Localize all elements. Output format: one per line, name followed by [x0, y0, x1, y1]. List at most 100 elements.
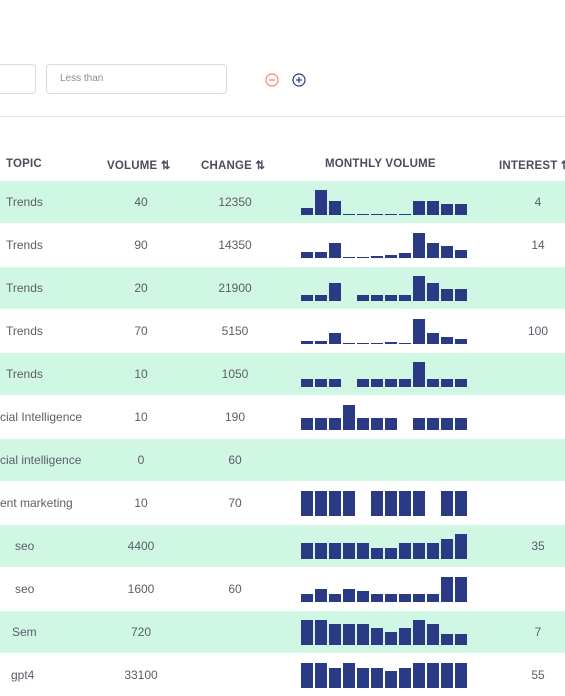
monthly-volume-bar	[385, 671, 397, 688]
interest-cell: 35	[531, 539, 545, 553]
monthly-volume-bar	[357, 378, 369, 387]
volume-cell: 4400	[127, 539, 155, 553]
monthly-volume-bar	[385, 213, 397, 215]
table-row[interactable]: seo 4400 35	[0, 525, 565, 567]
monthly-volume-bar	[385, 631, 397, 645]
monthly-volume-bar	[329, 282, 341, 301]
interest-cell: 4	[534, 195, 542, 209]
monthly-volume-bar	[427, 282, 439, 301]
volume-cell: 10	[134, 367, 148, 381]
monthly-volume-sparkline	[301, 361, 469, 387]
monthly-volume-bar	[413, 663, 425, 688]
add-filter-icon[interactable]	[292, 73, 306, 87]
monthly-volume-bar	[301, 340, 313, 344]
monthly-volume-bar	[427, 201, 439, 215]
volume-cell: 10	[134, 410, 148, 424]
monthly-volume-bar	[301, 295, 313, 301]
monthly-volume-bar	[357, 342, 369, 344]
monthly-volume-bar	[315, 663, 327, 688]
monthly-volume-bar	[357, 257, 369, 258]
monthly-volume-bar	[455, 203, 467, 215]
monthly-volume-bar	[441, 378, 453, 387]
monthly-volume-bar	[385, 378, 397, 387]
monthly-volume-bar	[371, 342, 383, 344]
header-change-sort[interactable]: CHANGE ⇅	[201, 158, 265, 172]
table-row[interactable]: Trends 40 12350 4	[0, 181, 565, 223]
monthly-volume-bar	[399, 628, 411, 645]
topic-cell: gpt4	[11, 668, 35, 682]
monthly-volume-sparkline	[301, 232, 469, 258]
monthly-volume-bar	[441, 538, 453, 559]
filter-min-input[interactable]	[0, 64, 36, 94]
monthly-volume-bar	[385, 295, 397, 301]
topic-cell: ent marketing	[0, 496, 73, 510]
monthly-volume-bar	[371, 417, 383, 430]
monthly-volume-bar	[315, 620, 327, 645]
monthly-volume-bar	[357, 295, 369, 301]
monthly-volume-bar	[455, 378, 467, 387]
header-topic: TOPIC	[6, 158, 42, 170]
volume-cell: 40	[134, 195, 148, 209]
monthly-volume-bar	[441, 203, 453, 215]
table-row[interactable]: Trends 70 5150 100	[0, 310, 565, 352]
less-than-input[interactable]: Less than	[46, 64, 227, 94]
monthly-volume-bar	[343, 343, 355, 344]
table-row[interactable]: Trends 10 1050	[0, 353, 565, 395]
monthly-volume-bar	[357, 591, 369, 602]
monthly-volume-bar	[427, 542, 439, 559]
monthly-volume-bar	[427, 332, 439, 344]
remove-filter-icon[interactable]	[265, 73, 279, 87]
volume-cell: 720	[130, 625, 152, 639]
table-row[interactable]: cial intelligence 0 60	[0, 439, 565, 481]
monthly-volume-bar	[399, 667, 411, 688]
monthly-volume-bar	[343, 588, 355, 602]
monthly-volume-bar	[371, 213, 383, 215]
monthly-volume-bar	[343, 491, 355, 516]
monthly-volume-bar	[441, 246, 453, 258]
monthly-volume-sparkline	[301, 662, 469, 688]
monthly-volume-bar	[357, 624, 369, 645]
monthly-volume-sparkline	[301, 576, 469, 602]
header-volume-sort[interactable]: VOLUME ⇅	[107, 158, 171, 172]
monthly-volume-bar	[301, 663, 313, 688]
monthly-volume-bar	[301, 252, 313, 258]
monthly-volume-bar	[343, 663, 355, 688]
interest-cell: 100	[527, 324, 549, 338]
topic-cell: seo	[15, 582, 35, 596]
monthly-volume-bar	[343, 405, 355, 430]
divider	[0, 116, 565, 117]
table-row[interactable]: Trends 90 14350 14	[0, 224, 565, 266]
table-row[interactable]: seo 1600 60	[0, 568, 565, 610]
change-cell: 5150	[221, 324, 249, 338]
table-row[interactable]: gpt4 33100 55	[0, 654, 565, 696]
monthly-volume-bar	[343, 257, 355, 258]
header-interest-sort[interactable]: INTEREST ⇅	[499, 158, 565, 172]
monthly-volume-bar	[385, 548, 397, 559]
table-row[interactable]: ent marketing 10 70	[0, 482, 565, 524]
monthly-volume-sparkline	[301, 533, 469, 559]
monthly-volume-bar	[427, 663, 439, 688]
monthly-volume-bar	[399, 542, 411, 559]
monthly-volume-bar	[399, 378, 411, 387]
volume-cell: 90	[134, 238, 148, 252]
topic-cell: seo	[15, 539, 35, 553]
monthly-volume-bar	[371, 256, 383, 258]
monthly-volume-bar	[455, 288, 467, 301]
monthly-volume-bar	[399, 295, 411, 301]
monthly-volume-bar	[413, 620, 425, 645]
table-row[interactable]: Sem 720 7	[0, 611, 565, 653]
volume-cell: 33100	[124, 668, 158, 682]
monthly-volume-bar	[441, 288, 453, 301]
monthly-volume-bar	[441, 491, 453, 516]
monthly-volume-bar	[441, 337, 453, 344]
monthly-volume-sparkline	[301, 447, 469, 473]
monthly-volume-bar	[315, 588, 327, 602]
monthly-volume-bar	[413, 542, 425, 559]
change-cell: 12350	[218, 195, 252, 209]
monthly-volume-bar	[455, 577, 467, 602]
monthly-volume-sparkline	[301, 404, 469, 430]
monthly-volume-bar	[301, 620, 313, 645]
monthly-volume-bar	[385, 594, 397, 602]
table-row[interactable]: cial Intelligence 10 190	[0, 396, 565, 438]
table-row[interactable]: Trends 20 21900	[0, 267, 565, 309]
